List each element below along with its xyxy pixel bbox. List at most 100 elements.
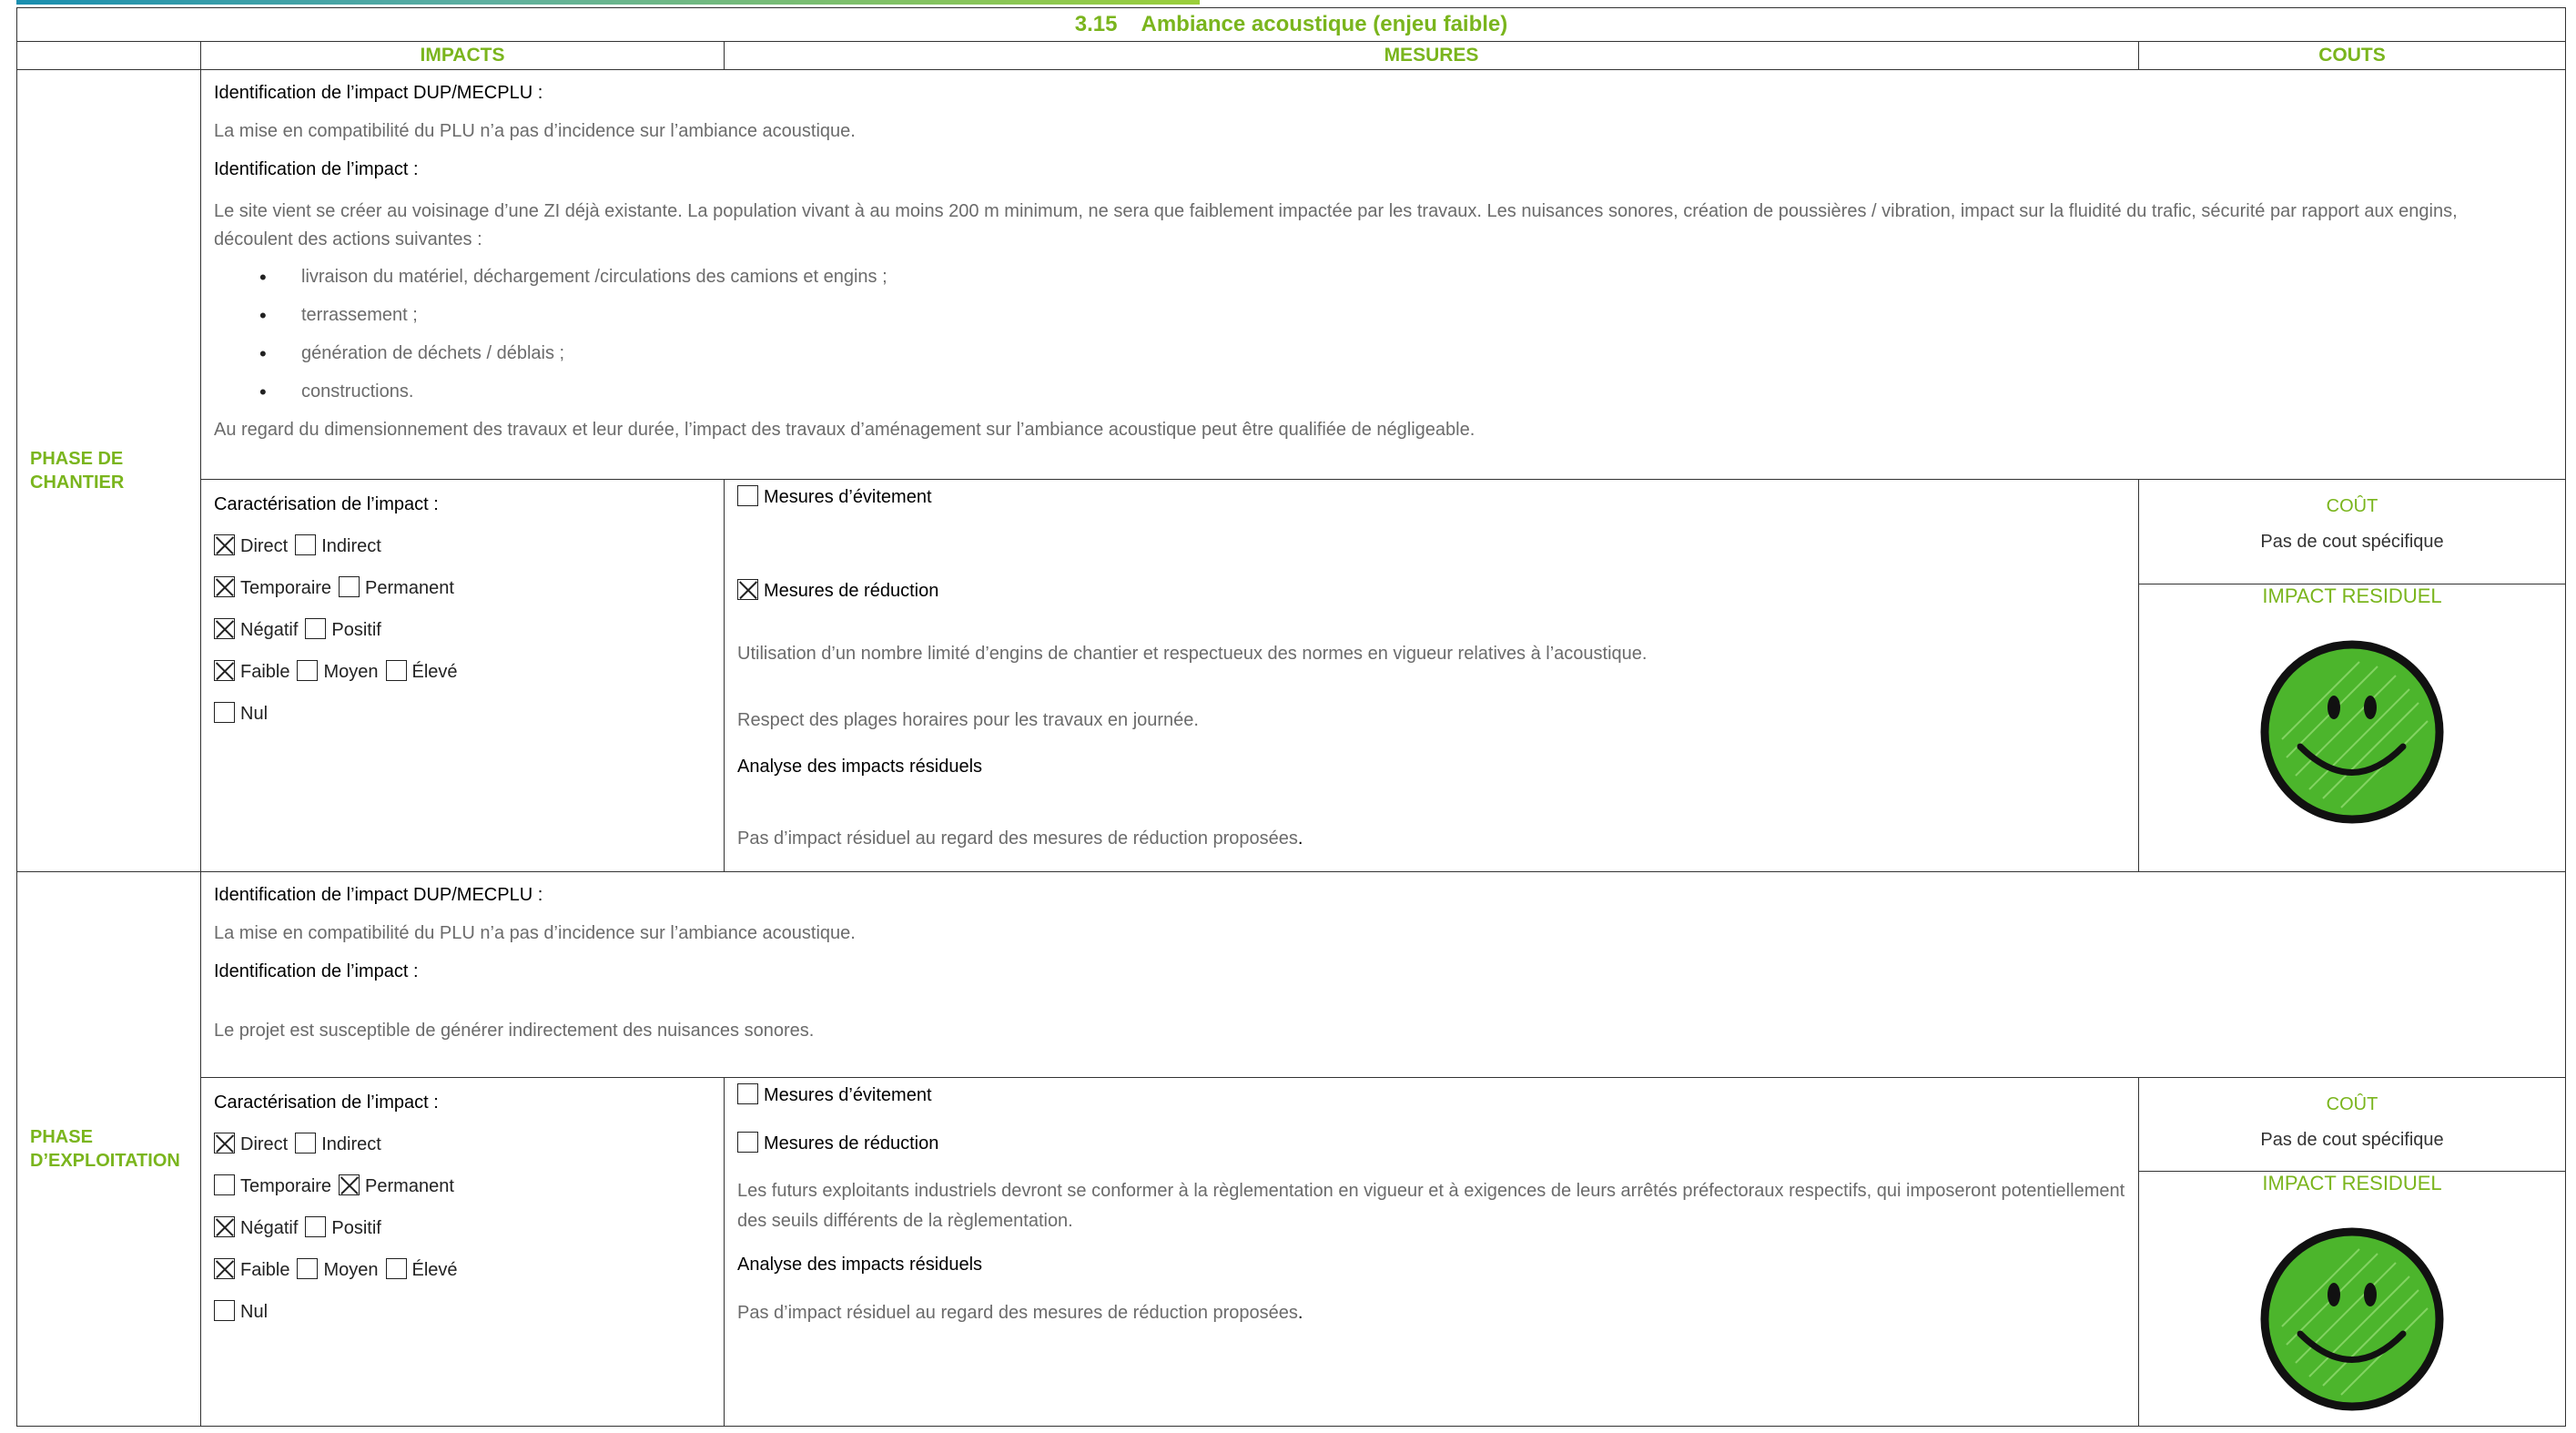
smiley-face-icon: [2260, 1227, 2444, 1411]
cout-value: Pas de cout spécifique: [2260, 1130, 2444, 1150]
analyse-label: Analyse des impacts résiduels: [737, 1255, 983, 1275]
option-eleve: Élevé: [411, 662, 458, 682]
impact-residuel-label: IMPACT RESIDUEL: [2262, 584, 2442, 607]
option-moyen: Moyen: [323, 662, 379, 682]
list-item: terrassement ;: [214, 304, 2565, 328]
checkbox-checked-icon[interactable]: [339, 1174, 360, 1195]
header-empty: [16, 41, 201, 70]
exploitation-cout-cell: COÛT Pas de cout spécifique: [2137, 1077, 2567, 1172]
option-positif: Positif: [331, 620, 381, 640]
cout-value: Pas de cout spécifique: [2260, 532, 2444, 552]
reduction-item-1: Utilisation d’un nombre limité d’engins …: [737, 644, 1648, 664]
option-permanent: Permanent: [365, 1176, 454, 1196]
checkbox-empty-icon[interactable]: [295, 534, 317, 555]
checkbox-empty-icon[interactable]: [385, 660, 407, 681]
chantier-impact-residuel: IMPACT RESIDUEL: [2137, 584, 2567, 872]
checkbox-checked-icon[interactable]: [214, 1133, 235, 1154]
impact-table: 3.15 Ambiance acoustique (enjeu faible) I…: [15, 7, 2567, 1427]
chantier-cout-cell: COÛT Pas de cout spécifique: [2137, 479, 2567, 584]
option-nul: Nul: [240, 704, 269, 724]
exploitation-impact-residuel: IMPACT RESIDUEL: [2137, 1171, 2567, 1427]
option-negatif: Négatif: [240, 1218, 299, 1238]
analyse-label: Analyse des impacts résiduels: [737, 757, 983, 777]
cout-label: COÛT: [2326, 1094, 2378, 1114]
phase-chantier-label: PHASE DE CHANTIER: [16, 69, 201, 872]
option-nul: Nul: [240, 1302, 269, 1322]
checkbox-empty-icon[interactable]: [297, 660, 319, 681]
option-direct: Direct: [240, 536, 289, 556]
chantier-conclusion: Au regard du dimensionnement des travaux…: [214, 420, 1476, 440]
caracterisation-label: Caractérisation de l’impact :: [214, 494, 439, 514]
checkbox-empty-icon[interactable]: [305, 618, 327, 639]
phase-exploitation-label: PHASE D’EXPLOITATION: [16, 871, 201, 1427]
checkbox-empty-icon[interactable]: [214, 1300, 235, 1321]
reduction-text: Les futurs exploitants industriels devro…: [737, 1181, 2125, 1231]
table-title: 3.15 Ambiance acoustique (enjeu faible): [15, 7, 2567, 42]
chantier-id-text: Le site vient se créer au voisinage d’un…: [214, 201, 2458, 249]
mesures-reduction-label: Mesures de réduction: [764, 581, 939, 601]
checkbox-empty-icon[interactable]: [297, 1258, 319, 1279]
chantier-id-label: Identification de l’impact :: [214, 159, 419, 179]
option-negatif: Négatif: [240, 620, 299, 640]
checkbox-empty-icon[interactable]: [737, 1083, 758, 1104]
mesures-evitement-label: Mesures d’évitement: [764, 487, 932, 507]
checkbox-empty-icon[interactable]: [339, 576, 360, 597]
exploitation-mesures: Mesures d’évitement Mesures de réduction…: [724, 1077, 2139, 1427]
option-indirect: Indirect: [321, 1134, 381, 1154]
chantier-actions-list: livraison du matériel, déchargement /cir…: [214, 266, 2565, 404]
chantier-id-dup-label: Identification de l’impact DUP/MECPLU :: [214, 83, 543, 103]
mesures-evitement-label: Mesures d’évitement: [764, 1085, 932, 1105]
checkbox-empty-icon[interactable]: [305, 1216, 327, 1237]
checkbox-empty-icon[interactable]: [214, 1174, 235, 1195]
option-positif: Positif: [331, 1218, 381, 1238]
reduction-item-2: Respect des plages horaires pour les tra…: [737, 710, 1199, 730]
header-mesures: MESURES: [724, 41, 2139, 70]
checkbox-checked-icon[interactable]: [214, 618, 235, 639]
option-permanent: Permanent: [365, 578, 454, 598]
title-number: 3.15: [1074, 12, 1118, 36]
exploitation-id-text: Le projet est susceptible de générer ind…: [214, 1021, 815, 1041]
exploitation-caracterisation: Caractérisation de l’impact : Direct Indi…: [200, 1077, 725, 1427]
title-text: Ambiance acoustique (enjeu faible): [1141, 12, 1508, 36]
chantier-caracterisation: Caractérisation de l’impact : Direct Indi…: [200, 479, 725, 872]
list-item: livraison du matériel, déchargement /cir…: [214, 266, 2565, 290]
smiley-face-icon: [2260, 640, 2444, 824]
option-moyen: Moyen: [323, 1260, 379, 1280]
impact-residuel-label: IMPACT RESIDUEL: [2262, 1172, 2442, 1194]
chantier-mesures: Mesures d’évitement Mesures de réduction…: [724, 479, 2139, 872]
checkbox-checked-icon[interactable]: [214, 660, 235, 681]
header-couts: COUTS: [2137, 41, 2567, 70]
list-item: constructions.: [214, 381, 2565, 404]
checkbox-empty-icon[interactable]: [214, 702, 235, 723]
chantier-id-dup-text: La mise en compatibilité du PLU n’a pas …: [214, 121, 856, 141]
option-temporaire: Temporaire: [240, 1176, 332, 1196]
option-faible: Faible: [240, 1260, 290, 1280]
checkbox-empty-icon[interactable]: [385, 1258, 407, 1279]
checkbox-checked-icon[interactable]: [214, 1216, 235, 1237]
cout-label: COÛT: [2326, 496, 2378, 516]
option-direct: Direct: [240, 1134, 289, 1154]
exploitation-id-dup-text: La mise en compatibilité du PLU n’a pas …: [214, 923, 856, 943]
phase-chantier-text: PHASE DE CHANTIER: [30, 449, 125, 493]
checkbox-empty-icon[interactable]: [737, 1132, 758, 1153]
option-faible: Faible: [240, 662, 290, 682]
option-indirect: Indirect: [321, 536, 381, 556]
checkbox-empty-icon[interactable]: [295, 1133, 317, 1154]
exploitation-identification: Identification de l’impact DUP/MECPLU : …: [199, 871, 2567, 1078]
analyse-text: Pas d’impact résiduel au regard des mesu…: [737, 828, 1298, 849]
option-eleve: Élevé: [411, 1260, 458, 1280]
analyse-text: Pas d’impact résiduel au regard des mesu…: [737, 1303, 1298, 1323]
exploitation-id-label: Identification de l’impact :: [214, 961, 419, 981]
top-decorative-line: [16, 0, 1200, 5]
checkbox-checked-icon[interactable]: [737, 579, 758, 600]
checkbox-checked-icon[interactable]: [214, 534, 235, 555]
checkbox-empty-icon[interactable]: [737, 485, 758, 506]
caracterisation-label: Caractérisation de l’impact :: [214, 1093, 439, 1113]
header-impacts: IMPACTS: [200, 41, 725, 70]
list-item: génération de déchets / déblais ;: [214, 342, 2565, 366]
chantier-identification: Identification de l’impact DUP/MECPLU : …: [199, 69, 2567, 480]
phase-exploitation-text: PHASE D’EXPLOITATION: [30, 1127, 180, 1171]
checkbox-checked-icon[interactable]: [214, 1258, 235, 1279]
mesures-reduction-label: Mesures de réduction: [764, 1133, 939, 1154]
checkbox-checked-icon[interactable]: [214, 576, 235, 597]
